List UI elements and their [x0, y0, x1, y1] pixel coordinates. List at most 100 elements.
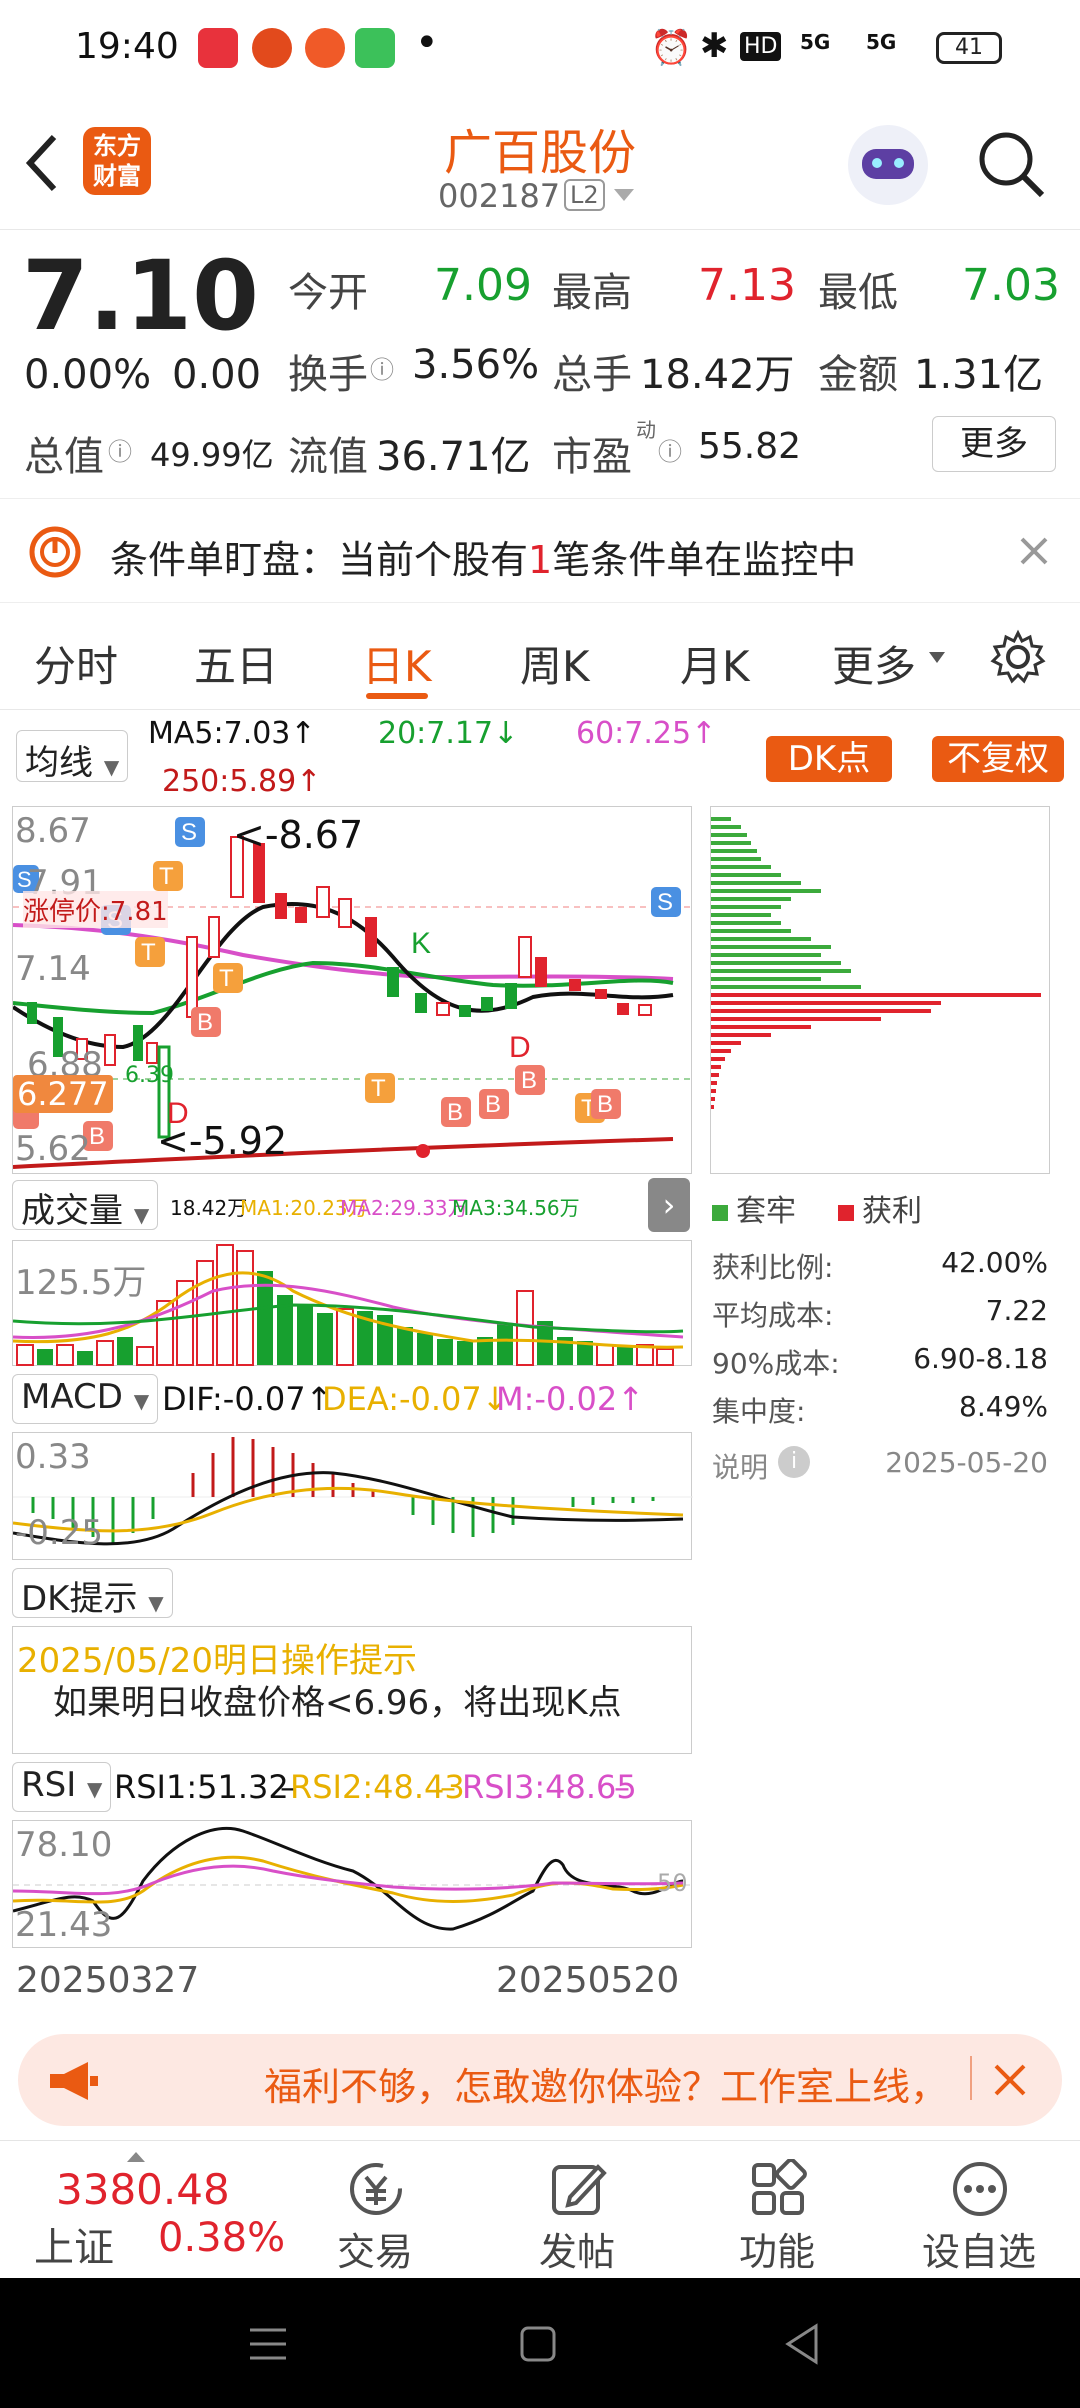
candle: [275, 893, 287, 919]
volume-selector[interactable]: 成交量 ▼: [12, 1180, 159, 1231]
collapse-panel-button[interactable]: ›: [648, 1178, 690, 1232]
ma20-text: 20:7.17: [378, 716, 494, 751]
ma-selector[interactable]: 均线 ▼: [16, 730, 129, 783]
svg-text:S: S: [181, 819, 197, 846]
chip-stat-value: 7.22: [985, 1294, 1048, 1327]
chip-distribution-chart[interactable]: [710, 806, 1050, 1174]
features-label: 功能: [738, 2230, 815, 2274]
watchlist-label: 设自选: [921, 2230, 1036, 2274]
search-icon[interactable]: [976, 129, 1046, 199]
y-axis-bottom: 5.62: [15, 1129, 91, 1169]
kline-chart[interactable]: S S S S T T T T T B B B B B B K D D 8.67…: [12, 806, 693, 1174]
info-icon[interactable]: ⓘ: [370, 350, 394, 385]
promo-text: 福利不够，怎敢邀你体验？工作室上线，: [264, 2065, 949, 2109]
tab-five-day[interactable]: 五日: [194, 633, 278, 694]
alarm-icon: ⏰: [650, 28, 693, 68]
tab-more[interactable]: 更多: [832, 633, 916, 694]
volume-ma2: MA2:29.33万: [340, 1196, 468, 1220]
close-icon[interactable]: [1018, 535, 1050, 567]
ma5-text: MA5:7.03: [148, 716, 291, 751]
index-name: 上证: [34, 2225, 114, 2271]
promo-divider: [970, 2056, 972, 2100]
candle: [617, 1003, 629, 1015]
dk-tip-body: 如果明日收盘价格<6.96，将出现K点: [53, 1683, 622, 1723]
chip-note-label[interactable]: 说明: [712, 1446, 768, 1486]
candle: [595, 989, 607, 999]
y-axis-label: 7.14: [15, 949, 91, 989]
svg-text:T: T: [159, 863, 174, 890]
quote-panel: 7.10 0.00% 0.00 今开 7.09 最高 7.13 最低 7.03 …: [0, 230, 1080, 498]
rsi-selector[interactable]: RSI ▼: [12, 1762, 112, 1812]
post-button[interactable]: 发帖: [502, 2149, 652, 2274]
gear-icon[interactable]: [990, 629, 1046, 685]
info-icon[interactable]: i: [778, 1446, 810, 1478]
assistant-robot-icon[interactable]: [848, 125, 928, 205]
chip-legend-profit: 获利: [838, 1186, 922, 1230]
svg-text:T: T: [141, 939, 156, 966]
tab-intraday[interactable]: 分时: [34, 633, 118, 694]
chip-stat-label: 平均成本:: [712, 1299, 834, 1332]
y-axis-top: 8.67: [15, 811, 91, 851]
adjust-mode-button[interactable]: 不复权: [932, 736, 1064, 782]
tab-weekly-k[interactable]: 周K: [520, 633, 590, 694]
chevron-down-icon[interactable]: [612, 187, 636, 203]
volume-y-axis: 125.5万: [15, 1263, 147, 1303]
banner-suffix: 笔条件单在监控中: [552, 538, 857, 582]
svg-text:T: T: [371, 1075, 386, 1102]
dk-tip-selector[interactable]: DK提示 ▼: [12, 1568, 173, 1619]
info-icon[interactable]: ⓘ: [108, 432, 132, 467]
rsi-y-bottom: 21.43: [15, 1905, 113, 1945]
condition-order-banner[interactable]: 条件单盯盘：当前个股有1笔条件单在监控中: [0, 498, 1080, 603]
float-cap-value: 36.71亿: [376, 434, 531, 480]
ma250-value: 250:5.89↑: [162, 764, 322, 799]
tab-daily-k[interactable]: 日K: [362, 633, 432, 694]
svg-text:B: B: [485, 1091, 501, 1118]
battery-icon: 41: [936, 32, 1002, 64]
svg-text:D: D: [509, 1031, 531, 1064]
signal-icon: 5G: [800, 30, 831, 54]
tab-monthly-k[interactable]: 月K: [680, 633, 750, 694]
last-price: 7.10: [22, 240, 259, 352]
features-button[interactable]: 功能: [702, 2149, 852, 2274]
change-percent: 0.00%: [24, 352, 152, 398]
candle: [295, 907, 307, 923]
info-icon[interactable]: ⓘ: [658, 432, 682, 467]
chip-stat-label: 获利比例:: [712, 1251, 834, 1284]
banner-count: 1: [528, 538, 553, 582]
macd-selector[interactable]: MACD ▼: [12, 1374, 159, 1424]
monitor-clock-icon: [29, 526, 81, 578]
back-nav-icon[interactable]: [782, 2322, 822, 2366]
active-tab-indicator: [366, 693, 428, 699]
svg-text:B: B: [597, 1091, 613, 1118]
profit-chips: [711, 993, 1041, 1109]
macd-chart[interactable]: 0.33 -0.25: [12, 1432, 693, 1560]
candle: [436, 1002, 450, 1016]
pe-value: 55.82: [698, 426, 802, 467]
dk-tip-selector-label: DK提示: [21, 1579, 138, 1619]
promo-banner[interactable]: 福利不够，怎敢邀你体验？工作室上线，: [18, 2034, 1062, 2126]
ma5-value: MA5:7.03↑: [148, 716, 316, 751]
low-marker: <-5.92: [157, 1119, 288, 1163]
add-watchlist-button[interactable]: 设自选: [904, 2149, 1054, 2274]
rsi3-value: RSI3:48.65: [462, 1768, 637, 1806]
index-change: 0.38%: [158, 2215, 286, 2261]
trade-button[interactable]: 交易: [300, 2149, 450, 2274]
close-icon[interactable]: [992, 2062, 1028, 2098]
rsi-chart[interactable]: 78.10 21.43 50: [12, 1820, 693, 1948]
volume-chart[interactable]: 125.5万: [12, 1240, 692, 1366]
low-label: 最低: [818, 270, 898, 316]
svg-text:K: K: [411, 927, 431, 960]
candle: [518, 936, 532, 978]
chevron-down-icon: ▼: [148, 1591, 164, 1615]
dk-point-button[interactable]: DK点: [766, 736, 892, 782]
macd-dif: DIF:-0.07↑: [162, 1380, 333, 1418]
home-icon[interactable]: [518, 2322, 558, 2366]
more-quote-button[interactable]: 更多: [932, 416, 1056, 472]
candle: [208, 916, 220, 958]
chip-date: 2025-05-20: [885, 1446, 1048, 1479]
menu-icon[interactable]: [248, 2324, 288, 2364]
banner-prefix: 条件单盯盘：当前个股有: [110, 538, 529, 582]
index-ticker[interactable]: 3380.48 上证 0.38%: [0, 2141, 285, 2279]
candle: [415, 993, 427, 1013]
level2-badge[interactable]: L2: [564, 179, 605, 211]
